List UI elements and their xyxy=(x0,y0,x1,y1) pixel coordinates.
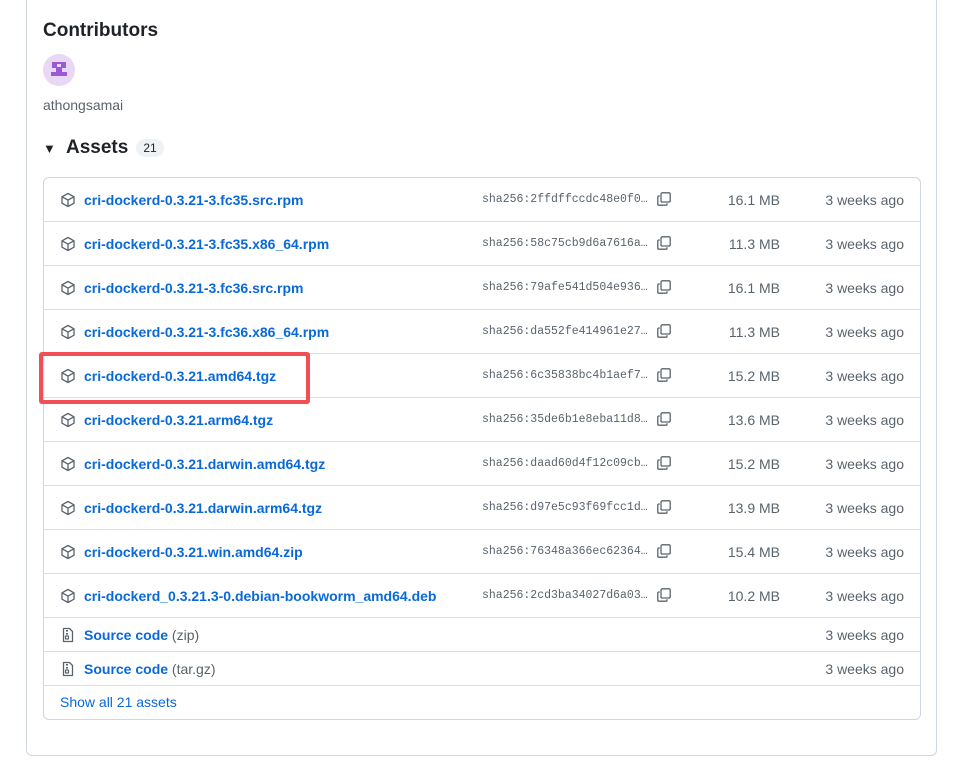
copy-icon[interactable] xyxy=(656,587,672,603)
source-code-row: Source code (zip) 3 weeks ago xyxy=(44,618,920,652)
asset-sha: sha256:6c35838bc4b1aef74… xyxy=(482,369,648,382)
asset-size: 10.2 MB xyxy=(727,588,780,604)
source-code-label: Source code xyxy=(84,661,169,677)
assets-list: cri-dockerd-0.3.21-3.fc35.src.rpm sha256:… xyxy=(43,177,921,720)
copy-icon[interactable] xyxy=(656,279,672,295)
asset-size: 15.2 MB xyxy=(727,456,780,472)
asset-sha: sha256:daad60d4f12c09cb8… xyxy=(482,457,648,470)
asset-date: 3 weeks ago xyxy=(825,588,904,604)
asset-date: 3 weeks ago xyxy=(825,324,904,340)
asset-size: 15.4 MB xyxy=(727,544,780,560)
asset-link[interactable]: cri-dockerd_0.3.21.3-0.debian-bookworm_a… xyxy=(84,588,436,604)
contributor-avatar[interactable] xyxy=(43,54,75,86)
package-icon xyxy=(60,500,76,516)
asset-link[interactable]: cri-dockerd-0.3.21-3.fc36.x86_64.rpm xyxy=(84,324,329,340)
package-icon xyxy=(60,456,76,472)
contributors-heading: Contributors xyxy=(43,20,159,41)
asset-sha: sha256:76348a366ec623646… xyxy=(482,545,648,558)
asset-sha: sha256:2cd3ba34027d6a033… xyxy=(482,589,648,602)
source-code-format: (zip) xyxy=(171,627,200,643)
asset-date: 3 weeks ago xyxy=(825,661,904,677)
asset-date: 3 weeks ago xyxy=(825,280,904,296)
asset-date: 3 weeks ago xyxy=(825,627,904,643)
asset-row: cri-dockerd-0.3.21.darwin.arm64.tgz sha25… xyxy=(44,486,920,530)
asset-link[interactable]: cri-dockerd-0.3.21-3.fc35.src.rpm xyxy=(84,192,303,208)
copy-icon[interactable] xyxy=(656,191,672,207)
asset-row: cri-dockerd-0.3.21-3.fc36.src.rpm sha256:… xyxy=(44,266,920,310)
asset-size: 11.3 MB xyxy=(728,236,780,252)
assets-heading: Assets xyxy=(66,137,129,158)
asset-date: 3 weeks ago xyxy=(825,500,904,516)
asset-row: cri-dockerd-0.3.21-3.fc35.src.rpm sha256:… xyxy=(44,178,920,222)
asset-row: cri-dockerd-0.3.21-3.fc35.x86_64.rpm sha2… xyxy=(44,222,920,266)
triangle-down-icon: ▼ xyxy=(43,140,56,156)
asset-link[interactable]: cri-dockerd-0.3.21.win.amd64.zip xyxy=(84,544,303,560)
asset-size: 15.2 MB xyxy=(727,368,780,384)
asset-date: 3 weeks ago xyxy=(825,456,904,472)
source-code-label: Source code xyxy=(84,627,169,643)
copy-icon[interactable] xyxy=(656,411,672,427)
asset-size: 16.1 MB xyxy=(727,280,780,296)
asset-date: 3 weeks ago xyxy=(825,236,904,252)
asset-row: cri-dockerd_0.3.21.3-0.debian-bookworm_a… xyxy=(44,574,920,618)
asset-link[interactable]: cri-dockerd-0.3.21.darwin.arm64.tgz xyxy=(84,500,322,516)
asset-row: cri-dockerd-0.3.21.amd64.tgz sha256:6c358… xyxy=(44,354,920,398)
copy-icon[interactable] xyxy=(656,499,672,515)
package-icon xyxy=(60,544,76,560)
asset-link[interactable]: cri-dockerd-0.3.21-3.fc35.x86_64.rpm xyxy=(84,236,329,252)
asset-sha: sha256:2ffdffccdc48e0f0f… xyxy=(482,193,648,206)
file-zip-icon xyxy=(60,627,76,643)
asset-sha: sha256:58c75cb9d6a7616a5… xyxy=(482,237,648,250)
asset-sha: sha256:da552fe414961e279… xyxy=(482,325,648,338)
source-code-format: (tar.gz) xyxy=(171,661,216,677)
asset-size: 16.1 MB xyxy=(727,192,780,208)
source-code-link[interactable]: Source code (zip) xyxy=(84,627,199,643)
asset-sha: sha256:35de6b1e8eba11d8b… xyxy=(482,413,648,426)
file-zip-icon xyxy=(60,661,76,677)
package-icon xyxy=(60,236,76,252)
package-icon xyxy=(60,588,76,604)
asset-size: 13.6 MB xyxy=(727,412,780,428)
asset-row: cri-dockerd-0.3.21.arm64.tgz sha256:35de6… xyxy=(44,398,920,442)
asset-row: cri-dockerd-0.3.21.darwin.amd64.tgz sha25… xyxy=(44,442,920,486)
asset-date: 3 weeks ago xyxy=(825,412,904,428)
asset-link[interactable]: cri-dockerd-0.3.21.darwin.amd64.tgz xyxy=(84,456,325,472)
asset-date: 3 weeks ago xyxy=(825,368,904,384)
asset-link[interactable]: cri-dockerd-0.3.21.amd64.tgz xyxy=(84,368,276,384)
asset-size: 11.3 MB xyxy=(728,324,780,340)
asset-sha: sha256:d97e5c93f69fcc1d1… xyxy=(482,501,648,514)
asset-sha: sha256:79afe541d504e9360… xyxy=(482,281,648,294)
asset-link[interactable]: cri-dockerd-0.3.21.arm64.tgz xyxy=(84,412,273,428)
asset-row: cri-dockerd-0.3.21.win.amd64.zip sha256:7… xyxy=(44,530,920,574)
package-icon xyxy=(60,280,76,296)
copy-icon[interactable] xyxy=(656,367,672,383)
source-code-link[interactable]: Source code (tar.gz) xyxy=(84,661,216,677)
source-code-row: Source code (tar.gz) 3 weeks ago xyxy=(44,652,920,686)
asset-link[interactable]: cri-dockerd-0.3.21-3.fc36.src.rpm xyxy=(84,280,303,296)
package-icon xyxy=(60,368,76,384)
copy-icon[interactable] xyxy=(656,323,672,339)
show-all-assets-link[interactable]: Show all 21 assets xyxy=(60,694,177,710)
asset-size: 13.9 MB xyxy=(727,500,780,516)
package-icon xyxy=(60,192,76,208)
asset-row: cri-dockerd-0.3.21-3.fc36.x86_64.rpm sha2… xyxy=(44,310,920,354)
package-icon xyxy=(60,324,76,340)
asset-date: 3 weeks ago xyxy=(825,192,904,208)
assets-summary[interactable]: ▼ Assets 21 xyxy=(43,136,164,160)
package-icon xyxy=(60,412,76,428)
asset-date: 3 weeks ago xyxy=(825,544,904,560)
assets-count-badge: 21 xyxy=(136,139,164,157)
copy-icon[interactable] xyxy=(656,543,672,559)
copy-icon[interactable] xyxy=(656,455,672,471)
contributor-name[interactable]: athongsamai xyxy=(43,97,123,113)
copy-icon[interactable] xyxy=(656,235,672,251)
